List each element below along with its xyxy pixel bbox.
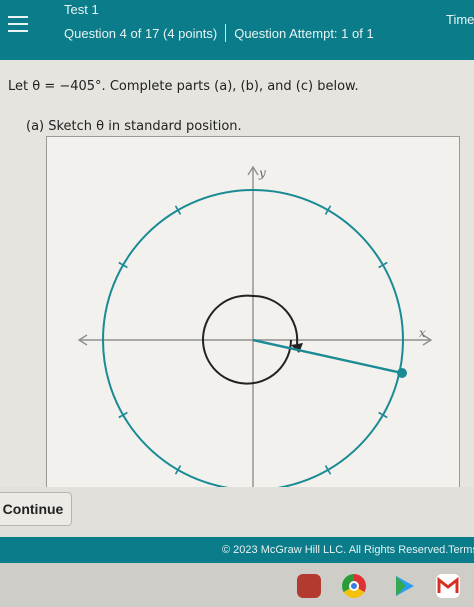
test-title: Test 1	[64, 2, 99, 17]
terminal-point-handle[interactable]	[397, 368, 407, 378]
header-bar: Test 1 Question 4 of 17 (4 points) Quest…	[0, 0, 474, 60]
terms-link[interactable]: Terms	[448, 544, 474, 556]
unit-circle-graph[interactable]: y x	[47, 137, 459, 487]
divider	[225, 24, 227, 42]
question-attempt: Question Attempt: 1 of 1	[234, 25, 374, 41]
copyright-text: © 2023 McGraw Hill LLC. All Rights Reser…	[222, 544, 449, 556]
play-store-icon[interactable]	[392, 574, 416, 598]
continue-button[interactable]: Continue	[0, 492, 72, 526]
y-axis-label: y	[258, 166, 266, 180]
terminal-side-ray[interactable]	[252, 338, 403, 375]
taskbar	[0, 563, 474, 607]
problem-prompt: Let θ = −405°. Complete parts (a), (b), …	[8, 79, 359, 94]
x-axis-label: x	[419, 326, 426, 340]
question-info: Question 4 of 17 (4 points) Question Att…	[64, 24, 374, 42]
chrome-icon[interactable]	[342, 574, 366, 598]
status-bar: © 2023 McGraw Hill LLC. All Rights Reser…	[0, 537, 474, 563]
graph-area[interactable]: y x	[46, 136, 460, 488]
gmail-icon[interactable]	[436, 574, 460, 598]
part-a-instruction: (a) Sketch θ in standard position.	[26, 119, 242, 134]
menu-icon[interactable]	[8, 16, 28, 34]
app-red-icon[interactable]	[297, 574, 321, 598]
question-number: Question 4 of 17 (4 points)	[64, 25, 218, 41]
timer-label[interactable]: Time	[446, 12, 474, 27]
